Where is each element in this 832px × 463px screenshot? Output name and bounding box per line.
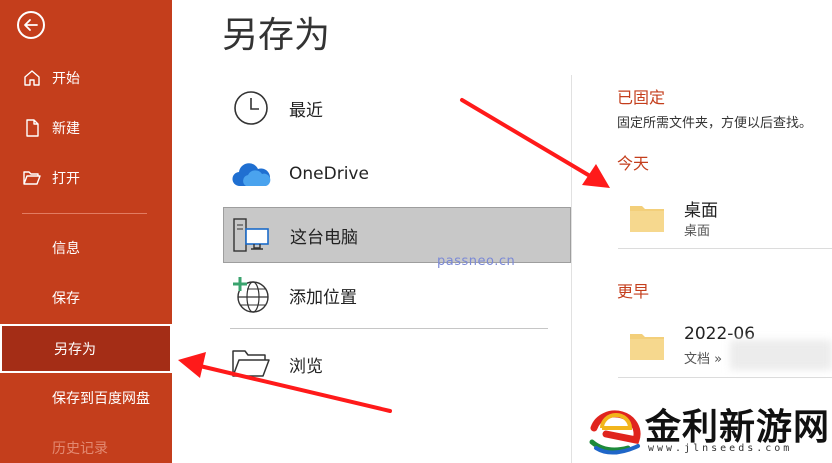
- today-heading: 今天: [617, 154, 650, 173]
- folder-open-icon: [22, 168, 42, 188]
- cloud-icon: [231, 154, 271, 194]
- blurred-path: [730, 340, 832, 370]
- folder-browse-icon: [231, 344, 271, 384]
- logo-url: www.jlnseeds.com: [648, 443, 793, 454]
- pc-icon: [232, 215, 272, 255]
- nav-open-label: 打开: [52, 171, 80, 187]
- pinned-heading: 已固定: [617, 88, 666, 107]
- location-add-place[interactable]: 添加位置: [223, 267, 571, 323]
- folder-path: 桌面: [684, 224, 711, 239]
- panel-divider: [571, 75, 572, 463]
- arrow-left-icon: [24, 19, 38, 31]
- sidebar-divider: [22, 213, 147, 214]
- nav-save[interactable]: 保存: [0, 276, 172, 320]
- nav-new-label: 新建: [52, 121, 80, 137]
- new-file-icon: [22, 118, 42, 138]
- nav-info-label: 信息: [52, 241, 80, 257]
- nav-save-to-baidu-label: 保存到百度网盘: [52, 391, 150, 407]
- location-onedrive[interactable]: OneDrive: [223, 146, 571, 202]
- folder-icon: [630, 334, 664, 360]
- location-this-pc[interactable]: 这台电脑: [223, 207, 571, 263]
- backstage-sidebar: 开始 新建 打开 信息 保存 另存为 保存到百度网盘 历史记录: [0, 0, 172, 463]
- location-add-place-label: 添加位置: [289, 287, 357, 308]
- nav-history-label: 历史记录: [52, 441, 108, 457]
- nav-save-label: 保存: [52, 291, 80, 307]
- location-this-pc-label: 这台电脑: [290, 227, 358, 248]
- home-icon: [22, 68, 42, 88]
- pinned-description: 固定所需文件夹，方便以后查找。: [617, 116, 813, 131]
- nav-save-as[interactable]: 另存为: [0, 324, 172, 373]
- location-recent-label: 最近: [289, 100, 323, 121]
- back-button[interactable]: [17, 11, 45, 39]
- locations-divider: [230, 328, 548, 329]
- location-recent[interactable]: 最近: [223, 80, 571, 136]
- folder-icon: [630, 206, 664, 232]
- globe-add-icon: [231, 275, 271, 315]
- folder-path: 文档 »: [684, 352, 723, 367]
- row-divider: [618, 248, 832, 249]
- nav-save-as-label: 另存为: [54, 341, 96, 358]
- site-watermark: passneo.cn: [437, 254, 516, 269]
- location-browse[interactable]: 浏览: [223, 336, 571, 392]
- location-onedrive-label: OneDrive: [289, 164, 369, 184]
- row-divider: [618, 377, 832, 378]
- clock-icon: [231, 88, 271, 128]
- nav-new[interactable]: 新建: [0, 106, 172, 150]
- nav-info[interactable]: 信息: [0, 226, 172, 270]
- page-title: 另存为: [222, 15, 331, 56]
- folder-item-desktop[interactable]: 桌面 桌面: [618, 190, 832, 242]
- nav-history[interactable]: 历史记录: [0, 426, 172, 463]
- earlier-heading: 更早: [617, 282, 650, 301]
- nav-home[interactable]: 开始: [0, 56, 172, 100]
- nav-open[interactable]: 打开: [0, 156, 172, 200]
- nav-save-to-baidu[interactable]: 保存到百度网盘: [0, 376, 172, 420]
- folder-name: 桌面: [684, 201, 718, 221]
- logo-e-icon: [589, 410, 641, 455]
- location-browse-label: 浏览: [289, 356, 323, 377]
- nav-home-label: 开始: [52, 71, 80, 87]
